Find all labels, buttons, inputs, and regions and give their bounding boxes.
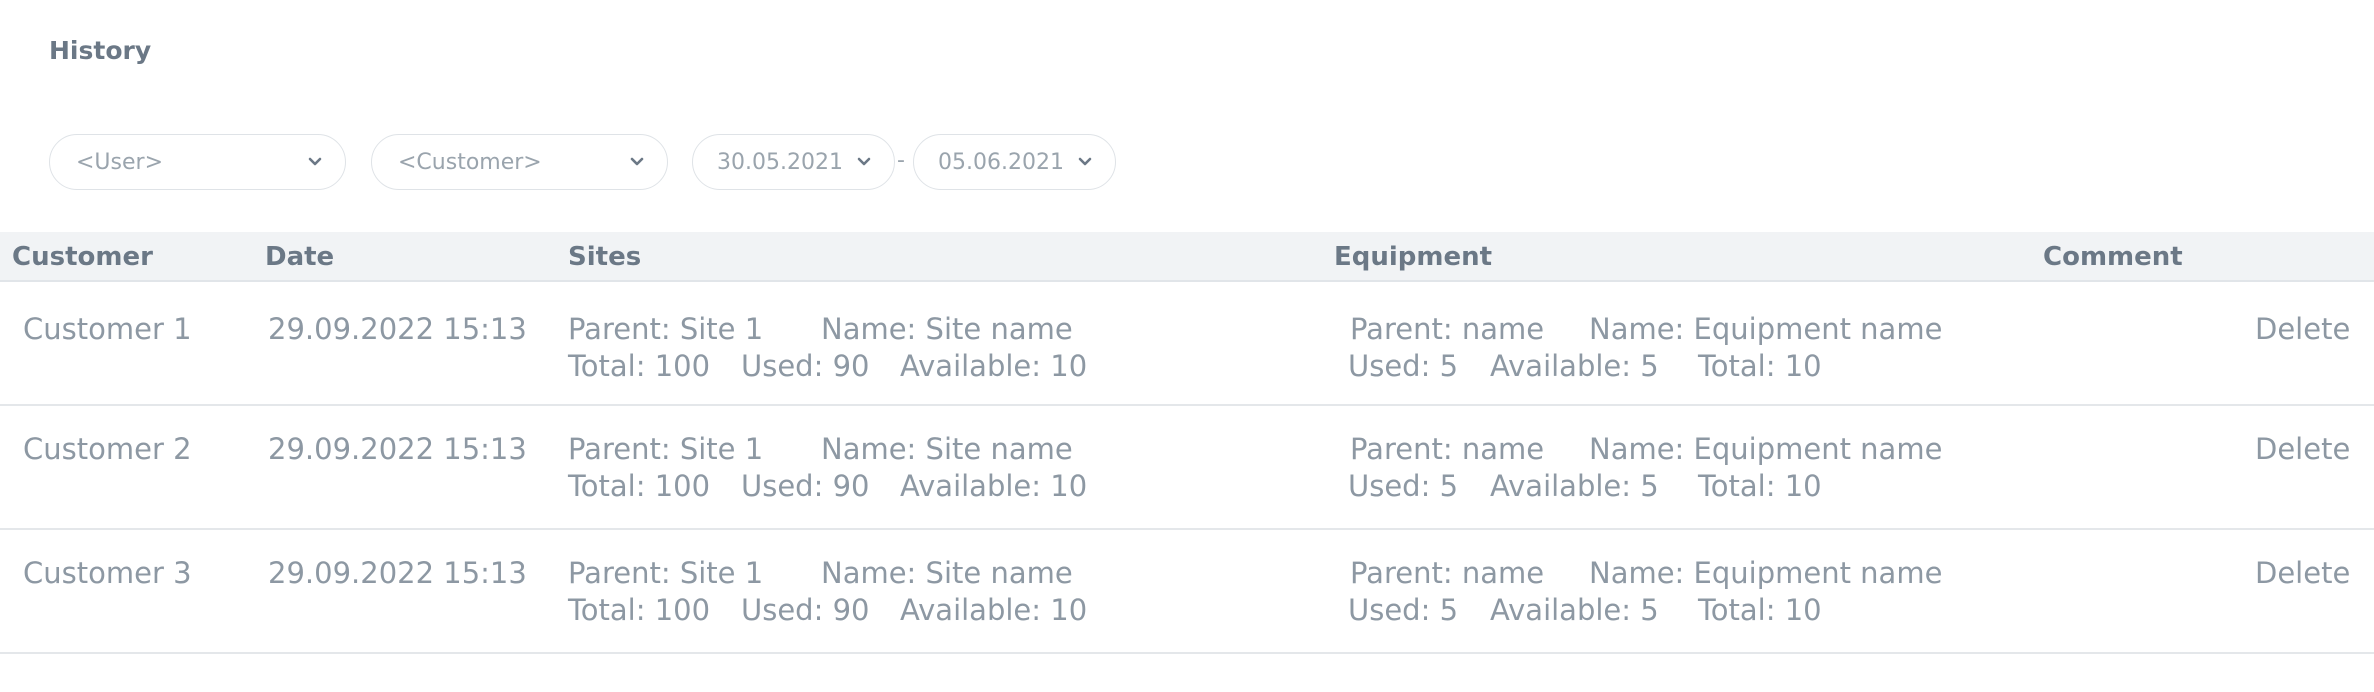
equipment-available: Available: 5: [1490, 349, 1659, 383]
column-header-customer: Customer: [12, 242, 153, 272]
date-from-select[interactable]: 30.05.2021: [692, 134, 895, 190]
equipment-name: Name: Equipment name: [1589, 556, 1943, 590]
equipment-available: Available: 5: [1490, 469, 1659, 503]
equipment-name: Name: Equipment name: [1589, 432, 1943, 466]
customer-filter-select[interactable]: <Customer>: [371, 134, 668, 190]
equipment-total: Total: 10: [1698, 593, 1822, 627]
equipment-total: Total: 10: [1698, 469, 1822, 503]
date-cell: 29.09.2022 15:13: [268, 312, 527, 346]
date-to-value: 05.06.2021: [938, 149, 1064, 175]
sites-name: Name: Site name: [821, 432, 1073, 466]
date-cell: 29.09.2022 15:13: [268, 432, 527, 466]
sites-available: Available: 10: [900, 593, 1088, 627]
sites-used: Used: 90: [741, 469, 870, 503]
delete-button[interactable]: Delete: [2255, 432, 2350, 466]
customer-cell: Customer 1: [23, 312, 192, 346]
chevron-down-icon: [307, 156, 323, 168]
table-row: Customer 2 29.09.2022 15:13 Parent: Site…: [0, 406, 2374, 530]
user-filter-value: <User>: [76, 149, 164, 175]
equipment-total: Total: 10: [1698, 349, 1822, 383]
chevron-down-icon: [629, 156, 645, 168]
delete-button[interactable]: Delete: [2255, 556, 2350, 590]
sites-used: Used: 90: [741, 593, 870, 627]
customer-cell: Customer 2: [23, 432, 192, 466]
sites-name: Name: Site name: [821, 312, 1073, 346]
sites-total: Total: 100: [568, 349, 711, 383]
customer-cell: Customer 3: [23, 556, 192, 590]
page-title: History: [49, 36, 152, 65]
date-cell: 29.09.2022 15:13: [268, 556, 527, 590]
sites-parent: Parent: Site 1: [568, 432, 764, 466]
sites-parent: Parent: Site 1: [568, 312, 764, 346]
user-filter-select[interactable]: <User>: [49, 134, 346, 190]
chevron-down-icon: [1077, 156, 1093, 168]
equipment-name: Name: Equipment name: [1589, 312, 1943, 346]
equipment-parent: Parent: name: [1350, 556, 1545, 590]
equipment-parent: Parent: name: [1350, 432, 1545, 466]
delete-button[interactable]: Delete: [2255, 312, 2350, 346]
table-row: Customer 1 29.09.2022 15:13 Parent: Site…: [0, 282, 2374, 406]
column-header-comment: Comment: [2043, 242, 2183, 272]
date-range-separator: -: [897, 148, 905, 173]
table-header: Customer Date Sites Equipment Comment: [0, 232, 2374, 282]
chevron-down-icon: [856, 156, 872, 168]
sites-parent: Parent: Site 1: [568, 556, 764, 590]
sites-total: Total: 100: [568, 593, 711, 627]
equipment-used: Used: 5: [1348, 469, 1459, 503]
equipment-used: Used: 5: [1348, 349, 1459, 383]
equipment-parent: Parent: name: [1350, 312, 1545, 346]
table-row: Customer 3 29.09.2022 15:13 Parent: Site…: [0, 530, 2374, 654]
column-header-sites: Sites: [568, 242, 642, 272]
sites-available: Available: 10: [900, 469, 1088, 503]
column-header-date: Date: [265, 242, 335, 272]
customer-filter-value: <Customer>: [398, 149, 542, 175]
date-to-select[interactable]: 05.06.2021: [913, 134, 1116, 190]
equipment-available: Available: 5: [1490, 593, 1659, 627]
sites-name: Name: Site name: [821, 556, 1073, 590]
column-header-equipment: Equipment: [1334, 242, 1493, 272]
date-from-value: 30.05.2021: [717, 149, 843, 175]
sites-used: Used: 90: [741, 349, 870, 383]
equipment-used: Used: 5: [1348, 593, 1459, 627]
sites-available: Available: 10: [900, 349, 1088, 383]
sites-total: Total: 100: [568, 469, 711, 503]
